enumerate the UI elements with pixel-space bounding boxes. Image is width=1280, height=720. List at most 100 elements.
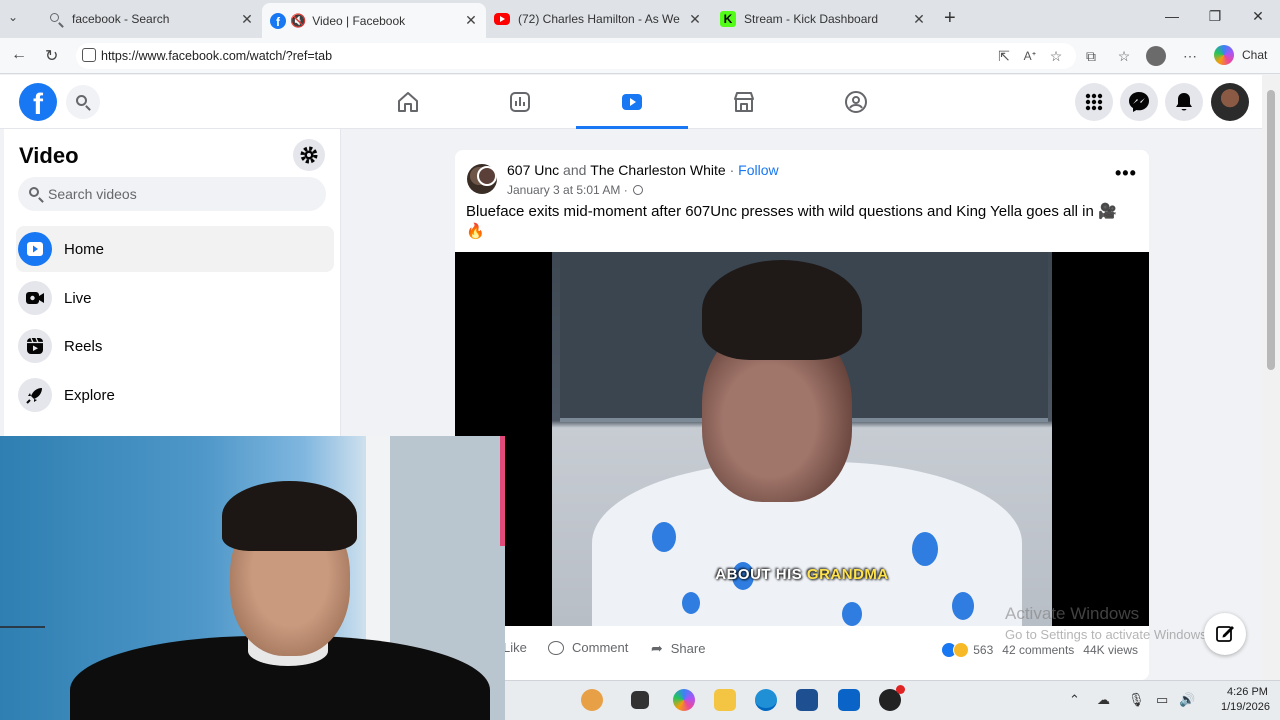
share-button[interactable]: ➦ Share [651,640,705,657]
sidebar-item-explore[interactable]: Explore [16,372,334,418]
post-more-options-icon[interactable]: ••• [1115,163,1137,184]
nav-home-tab[interactable] [352,75,464,129]
close-tab-icon[interactable]: ✕ [688,11,702,28]
account-avatar[interactable] [1211,83,1249,121]
menu-grid-button[interactable] [1075,83,1113,121]
activate-windows-subtitle: Go to Settings to activate Windows. [1005,627,1211,642]
reels-icon [18,329,52,363]
sidebar-item-home[interactable]: Home [16,226,334,272]
profile-avatar[interactable] [1146,46,1166,66]
search-videos-input[interactable] [48,177,318,211]
close-tab-icon[interactable]: ✕ [912,11,926,28]
follow-button[interactable]: Follow [738,162,778,178]
speaker-muted-icon[interactable]: 🔇 [290,13,306,29]
tab-title: (72) Charles Hamilton - As We Pro [518,12,682,26]
facebook-search-button[interactable] [66,85,100,119]
close-window-icon[interactable]: ✕ [1246,8,1270,25]
tab-video-facebook[interactable]: f 🔇 Video | Facebook ✕ [262,3,486,38]
video-play-icon [622,94,642,110]
taskbar-date[interactable]: 1/19/2026 [1221,701,1270,713]
close-tab-icon[interactable]: ✕ [240,11,254,28]
back-arrow-icon[interactable]: ← [11,46,27,64]
network-icon[interactable]: ▭ [1156,692,1168,708]
tab-youtube[interactable]: (72) Charles Hamilton - As We Pro ✕ [486,4,710,34]
video-player[interactable]: ABOUT HIS GRANDMA [455,252,1149,626]
caption-highlight: GRANDMA [806,566,889,583]
author-name-charleston-white[interactable]: The Charleston White [590,162,725,178]
facebook-logo[interactable]: f [19,83,57,121]
messenger-button[interactable] [1120,83,1158,121]
sidebar-title: Video [19,143,79,168]
copilot-chat-button[interactable]: Chat [1214,45,1267,65]
play-icon [18,232,52,266]
sidebar-item-reels[interactable]: Reels [16,323,334,369]
taskbar-widget-icon[interactable] [581,689,603,711]
comment-button[interactable]: Comment [548,640,628,655]
comment-bubble-icon [548,640,564,655]
sidebar-item-label: Home [64,240,105,258]
author-name-607-unc[interactable]: 607 Unc [507,162,559,178]
comment-label: Comment [572,640,629,655]
page-scrollbar[interactable] [1262,75,1280,680]
scrollbar-thumb[interactable] [1267,90,1275,370]
minimize-icon[interactable]: — [1160,8,1184,24]
post-timestamp[interactable]: January 3 at 5:01 AM · [507,183,644,197]
new-message-button[interactable] [1204,613,1246,655]
webcam-cable [0,626,45,628]
microsoft-store-icon[interactable] [796,689,818,711]
close-tab-icon[interactable]: ✕ [464,12,478,29]
tab-kick-dashboard[interactable]: K Stream - Kick Dashboard ✕ [712,4,934,34]
webcam-overlay [0,436,505,720]
video-settings-button[interactable] [293,139,325,171]
activate-windows-title: Activate Windows [1005,604,1140,623]
youtube-icon [494,13,510,25]
nav-dashboard-tab[interactable] [464,75,576,129]
nav-groups-tab[interactable] [800,75,912,129]
like-button[interactable]: Like [503,640,527,655]
outlook-icon[interactable] [838,689,860,711]
reload-icon[interactable]: ↻ [45,46,58,66]
webcam-pink-object [500,436,505,546]
reaction-count[interactable]: 563 [973,643,993,657]
open-in-app-icon[interactable]: ⇱ [996,48,1012,64]
notifications-button[interactable] [1165,83,1203,121]
show-hidden-icons-chevron[interactable]: ⌃ [1069,692,1080,708]
nav-marketplace-tab[interactable] [688,75,800,129]
microphone-icon[interactable]: 🎙 [1128,692,1145,708]
search-videos-field[interactable] [18,177,326,211]
taskbar-time[interactable]: 4:26 PM [1227,686,1268,698]
tab-facebook-search[interactable]: facebook - Search ✕ [40,4,262,34]
restore-icon[interactable]: ❐ [1203,8,1227,25]
site-info-icon[interactable] [82,48,96,62]
sidebar-item-label: Live [64,289,92,307]
tab-actions-chevron-icon[interactable]: ⌄ [8,10,18,24]
browser-toolbar: ← ↻ https://www.facebook.com/watch/?ref=… [0,38,1280,74]
new-tab-plus-icon[interactable]: + [944,7,956,30]
extensions-icon[interactable]: ⧉ [1083,48,1099,64]
author-separator: · [729,162,735,178]
url-text: https://www.facebook.com/watch/?ref=tab [101,49,333,63]
address-bar[interactable]: https://www.facebook.com/watch/?ref=tab [76,43,1076,69]
sidebar-item-live[interactable]: Live [16,275,334,321]
comments-count[interactable]: 42 comments [1002,643,1074,657]
read-aloud-icon[interactable]: Aᐩ [1022,48,1038,64]
coauthor-avatar[interactable] [477,166,497,186]
volume-icon[interactable]: 🔊 [1179,692,1195,708]
copilot-taskbar-icon[interactable] [673,689,695,711]
favorites-icon[interactable]: ☆ [1116,48,1132,64]
rocket-icon [18,378,52,412]
onedrive-icon[interactable]: ☁ [1097,692,1110,708]
share-arrow-icon: ➦ [651,640,663,656]
favorite-star-icon[interactable]: ☆ [1048,48,1064,64]
edge-browser-icon[interactable] [755,689,777,711]
copilot-icon [1214,45,1234,65]
haha-reaction-icon[interactable] [953,642,970,658]
nav-video-tab[interactable] [576,75,688,129]
browser-tab-strip: ⌄ facebook - Search ✕ f 🔇 Video | Facebo… [0,0,1280,38]
more-options-icon[interactable]: ⋯ [1182,48,1198,64]
live-camera-icon [18,281,52,315]
file-explorer-icon[interactable] [714,689,736,711]
task-view-icon[interactable] [631,691,649,709]
obs-icon[interactable] [879,685,905,711]
search-icon [29,187,39,197]
